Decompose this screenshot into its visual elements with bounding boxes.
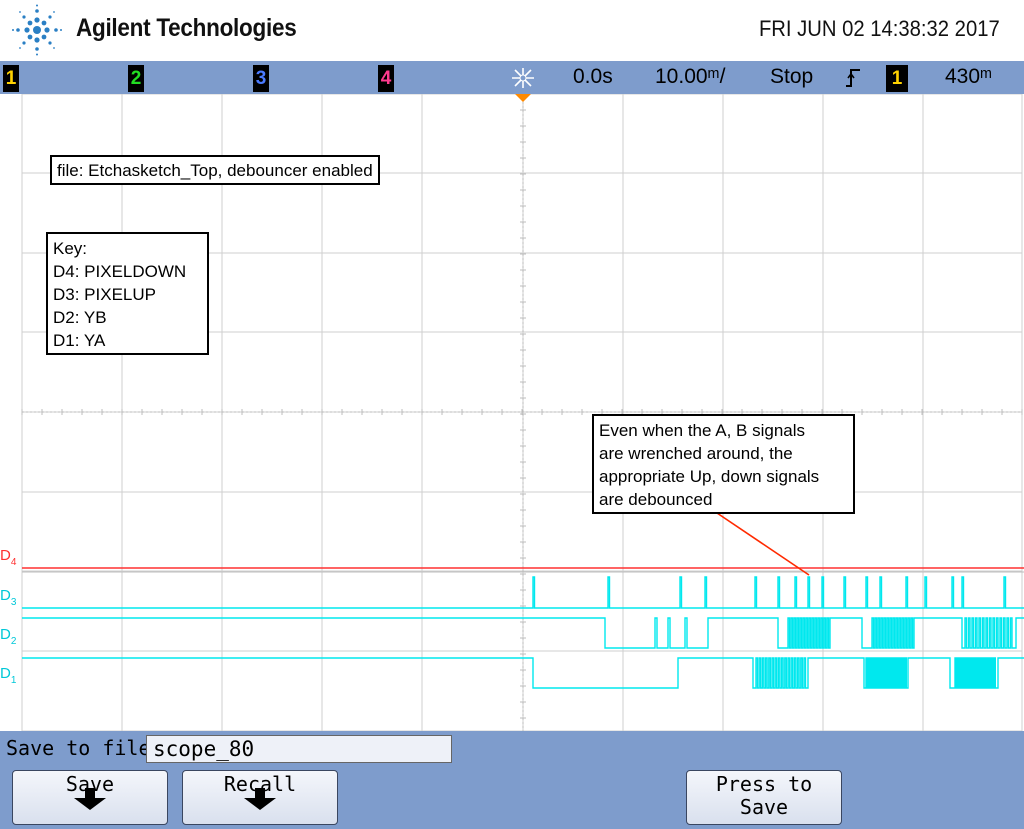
file-name-field[interactable]: scope_80 bbox=[146, 735, 452, 763]
file-annotation-text: file: Etchasketch_Top, debouncer enabled bbox=[57, 161, 373, 180]
save-softkey[interactable]: Save bbox=[12, 770, 168, 825]
press-to-save-line1: Press to bbox=[715, 772, 813, 796]
file-annotation: file: Etchasketch_Top, debouncer enabled bbox=[50, 155, 380, 185]
status-bar: 1 2 3 4 0.0s 10.00ᵐ/ Stop 1 430ᵐ bbox=[0, 61, 1024, 94]
comment-line: are wrenched around, the bbox=[599, 444, 793, 463]
channel-3-indicator[interactable]: 3 bbox=[253, 65, 269, 92]
comment-annotation: Even when the A, B signals are wrenched … bbox=[592, 414, 855, 514]
arrow-down-icon bbox=[74, 788, 106, 810]
comment-line: are debounced bbox=[599, 490, 713, 509]
comment-line: appropriate Up, down signals bbox=[599, 467, 820, 486]
channel-2-indicator[interactable]: 2 bbox=[128, 65, 144, 92]
channel-4-indicator[interactable]: 4 bbox=[378, 65, 394, 92]
timebase-readout[interactable]: 10.00ᵐ/ bbox=[655, 64, 725, 90]
arrow-down-icon bbox=[244, 788, 276, 810]
key-line: D4: PIXELDOWN bbox=[53, 262, 187, 281]
waveform-display: D4 D3 D2 D1 bbox=[0, 94, 1024, 731]
run-state[interactable]: Stop bbox=[770, 64, 813, 90]
trigger-level-readout[interactable]: 430ᵐ bbox=[945, 64, 992, 90]
date-time: FRI JUN 02 14:38:32 2017 bbox=[759, 16, 1000, 41]
agilent-spark-icon bbox=[12, 4, 62, 56]
rising-edge-icon bbox=[846, 69, 860, 87]
key-line: D3: PIXELUP bbox=[53, 285, 156, 304]
recall-softkey[interactable]: Recall bbox=[182, 770, 338, 825]
trigger-channel-indicator[interactable]: 1 bbox=[886, 65, 908, 92]
comment-line: Even when the A, B signals bbox=[599, 421, 806, 440]
channel-1-indicator[interactable]: 1 bbox=[3, 65, 19, 92]
key-line: D1: YA bbox=[53, 331, 106, 350]
press-to-save-softkey[interactable]: Press to Save bbox=[686, 770, 842, 825]
key-annotation: Key: D4: PIXELDOWN D3: PIXELUP D2: YB D1… bbox=[46, 232, 209, 355]
press-to-save-line2: Save bbox=[739, 795, 789, 819]
header: Agilent Technologies FRI JUN 02 14:38:32… bbox=[0, 0, 1024, 61]
brand-name: Agilent Technologies bbox=[76, 14, 297, 42]
key-line: D2: YB bbox=[53, 308, 107, 327]
key-title: Key: bbox=[53, 239, 88, 258]
softkey-bar: Save to file = scope_80 Save Recall Pres… bbox=[0, 731, 1024, 829]
delay-readout[interactable]: 0.0s bbox=[573, 64, 613, 90]
acquisition-starburst-icon bbox=[512, 68, 534, 88]
